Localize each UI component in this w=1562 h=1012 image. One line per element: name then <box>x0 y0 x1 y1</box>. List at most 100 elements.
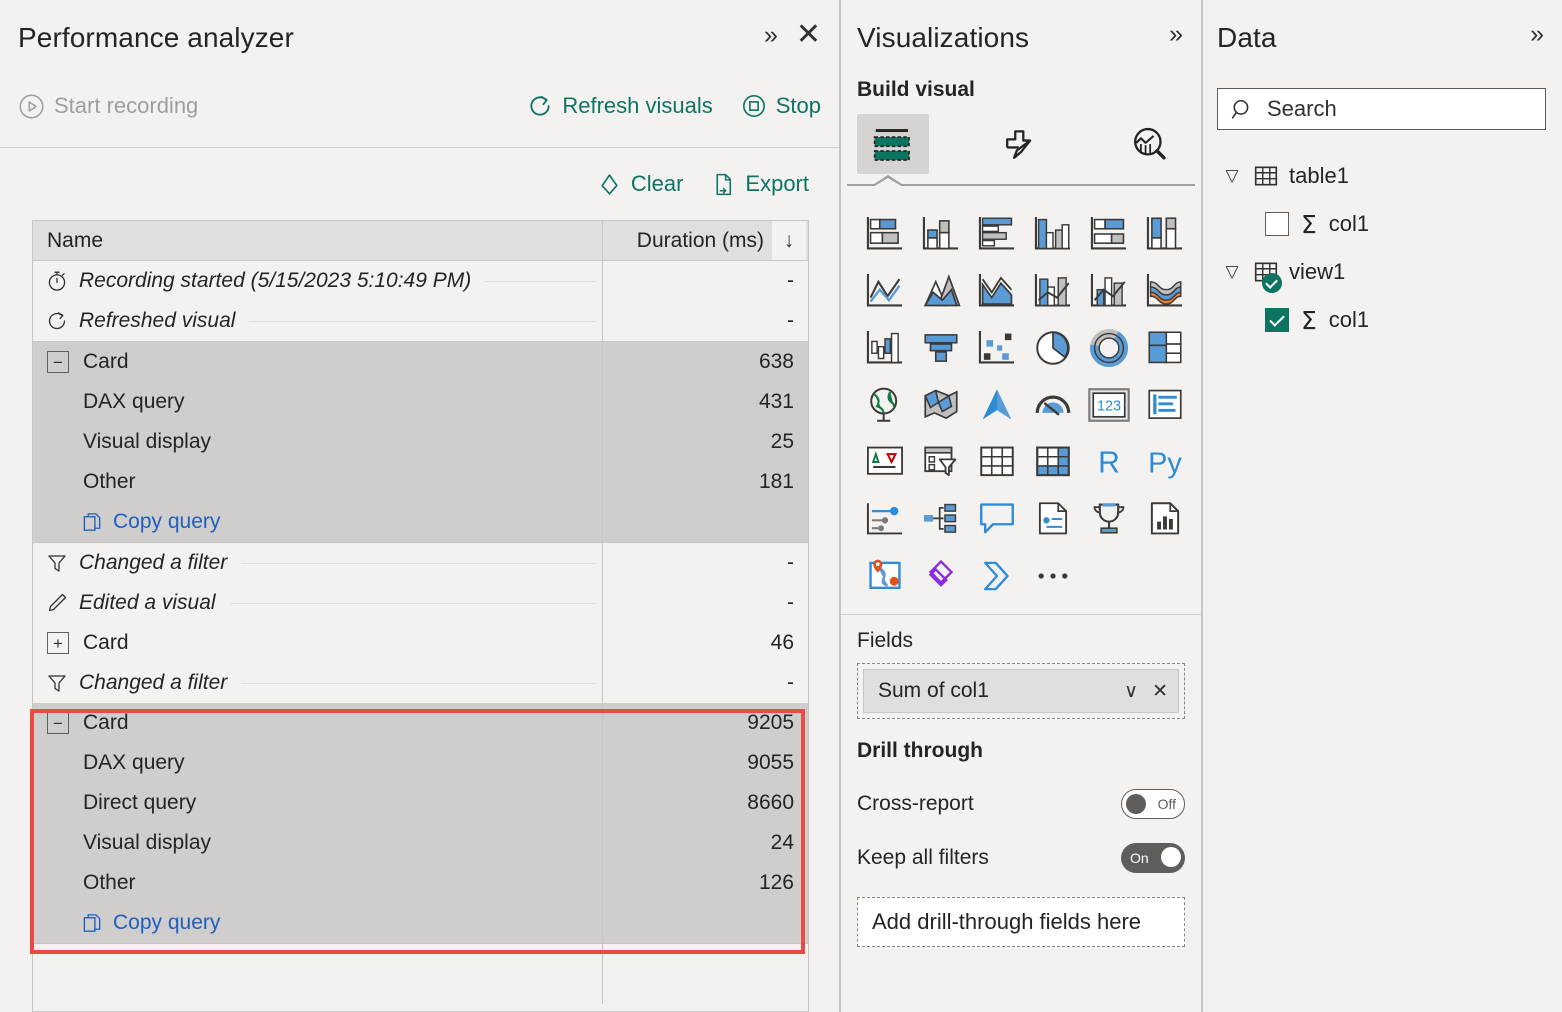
visual-type-clustered-bar-chart[interactable] <box>969 206 1025 262</box>
tree-leaf-table1-col1[interactable]: Σ col1 <box>1203 200 1560 248</box>
refresh-visuals-button[interactable]: Refresh visuals <box>527 93 713 119</box>
search-input[interactable]: Search <box>1217 88 1546 130</box>
copy-query-button[interactable]: Copy query <box>33 502 602 542</box>
row-label: Changed a filter <box>79 551 228 574</box>
clear-button[interactable]: Clear <box>597 171 683 197</box>
visual-type-decomposition-tree[interactable] <box>913 491 969 547</box>
visual-type-r-script-visual[interactable]: R <box>1081 434 1137 490</box>
remove-field-icon[interactable]: ✕ <box>1152 680 1168 703</box>
sort-descending-icon[interactable]: ↓ <box>772 221 806 260</box>
expand-icon[interactable]: » <box>764 22 778 48</box>
table-row[interactable]: DAX query <box>33 743 602 783</box>
visual-type-clustered-column-chart[interactable] <box>1025 206 1081 262</box>
table-row-parent[interactable]: − Card <box>33 342 602 382</box>
table-row[interactable]: Changed a filter <box>33 543 602 583</box>
visual-type-donut-chart[interactable] <box>1081 320 1137 376</box>
visual-type-power-automate[interactable] <box>969 548 1025 604</box>
table-row[interactable]: Recording started (5/15/2023 5:10:49 PM) <box>33 261 602 301</box>
table-row-parent[interactable]: + Card <box>33 623 602 663</box>
visual-type-line-and-stacked-column-chart[interactable] <box>1025 263 1081 319</box>
kpi-icon <box>867 446 903 475</box>
visual-type-pie-chart[interactable] <box>1025 320 1081 376</box>
table-row[interactable]: Other <box>33 863 602 903</box>
close-icon[interactable]: ✕ <box>796 20 821 50</box>
visual-type-key-influencers[interactable] <box>857 491 913 547</box>
stop-recording-button[interactable]: Stop <box>741 93 821 119</box>
visual-type-line-and-clustered-column-chart[interactable] <box>1081 263 1137 319</box>
visual-type-metrics-visual[interactable] <box>1081 491 1137 547</box>
row-duration: 24 <box>770 831 794 854</box>
table-row-parent[interactable]: − Card <box>33 703 602 743</box>
table-row[interactable]: DAX query <box>33 382 602 422</box>
visual-type-matrix[interactable] <box>1025 434 1081 490</box>
visual-type-stacked-bar-chart[interactable] <box>857 206 913 262</box>
tree-node-table1[interactable]: ▽ table1 <box>1203 152 1560 200</box>
row-label: Other <box>83 470 136 493</box>
visual-type-funnel-chart[interactable] <box>913 320 969 376</box>
visual-type-paginated-report[interactable] <box>1137 491 1193 547</box>
expand-toggle-icon[interactable]: + <box>47 632 69 654</box>
visual-type-python-visual[interactable]: Py <box>1137 434 1193 490</box>
visual-type-stacked-area-chart[interactable] <box>969 263 1025 319</box>
visual-type-filled-map[interactable] <box>913 377 969 433</box>
tree-node-view1[interactable]: ▽ view1 <box>1203 248 1560 296</box>
collapse-toggle-icon[interactable]: − <box>47 712 69 734</box>
expand-icon[interactable]: » <box>1169 22 1183 47</box>
export-button[interactable]: Export <box>711 171 809 197</box>
keep-all-filters-toggle[interactable]: On <box>1121 843 1185 873</box>
visual-type-arcgis-maps[interactable] <box>857 548 913 604</box>
tree-leaf-view1-col1[interactable]: Σ col1 <box>1203 296 1560 344</box>
tab-fields[interactable] <box>857 114 929 174</box>
field-checkbox[interactable] <box>1265 212 1289 236</box>
table-row[interactable]: Visual display <box>33 422 602 462</box>
visual-type-gauge-chart[interactable] <box>1025 377 1081 433</box>
table-row[interactable]: Refreshed visual <box>33 301 602 341</box>
visual-type-100-percent-stacked-bar-chart[interactable] <box>1081 206 1137 262</box>
cross-report-toggle[interactable]: Off <box>1121 789 1185 819</box>
visual-type-power-apps[interactable] <box>913 548 969 604</box>
collapse-toggle-icon[interactable]: − <box>47 351 69 373</box>
visual-type-stacked-column-chart[interactable] <box>913 206 969 262</box>
visual-type-100-percent-stacked-column-chart[interactable] <box>1137 206 1193 262</box>
visual-type-smart-narrative[interactable] <box>1025 491 1081 547</box>
visual-type-map[interactable] <box>857 377 913 433</box>
field-checkbox[interactable] <box>1265 308 1289 332</box>
visual-type-scatter-chart[interactable] <box>969 320 1025 376</box>
table-row[interactable]: Direct query <box>33 783 602 823</box>
stop-label: Stop <box>775 93 821 118</box>
expand-icon[interactable]: » <box>1530 22 1544 47</box>
visual-type-multi-row-card[interactable] <box>1137 377 1193 433</box>
field-well-dropzone[interactable]: Sum of col1 ∨ ✕ <box>857 663 1185 719</box>
drill-through-dropzone[interactable]: Add drill-through fields here <box>857 897 1185 947</box>
table-row[interactable]: Other <box>33 462 602 502</box>
visual-type-treemap[interactable] <box>1137 320 1193 376</box>
chevron-down-icon[interactable]: ▽ <box>1221 262 1243 282</box>
visual-type-area-chart[interactable] <box>913 263 969 319</box>
start-recording-button[interactable]: Start recording <box>18 93 198 120</box>
copy-query-button[interactable]: Copy query <box>33 903 602 943</box>
chevron-down-icon[interactable]: ▽ <box>1221 166 1243 186</box>
visual-type-card[interactable]: 123 <box>1081 377 1137 433</box>
column-header-duration[interactable]: Duration (ms) ↓ <box>603 221 808 260</box>
visual-type-table[interactable] <box>969 434 1025 490</box>
chevron-down-icon[interactable]: ∨ <box>1124 680 1138 703</box>
visual-type-kpi[interactable] <box>857 434 913 490</box>
tab-format[interactable] <box>985 114 1057 174</box>
tab-analytics[interactable] <box>1113 114 1185 174</box>
visual-type-azure-map[interactable] <box>969 377 1025 433</box>
visual-type-gallery: 123 R Py <box>841 192 1201 615</box>
column-header-name[interactable]: Name <box>33 221 603 260</box>
visual-type-waterfall-chart[interactable] <box>857 320 913 376</box>
table-row[interactable]: Changed a filter <box>33 663 602 703</box>
visual-type-slicer[interactable] <box>913 434 969 490</box>
copy-query-label: Copy query <box>113 510 221 533</box>
field-chip[interactable]: Sum of col1 ∨ ✕ <box>863 669 1179 713</box>
visual-type-q-and-a[interactable] <box>969 491 1025 547</box>
log-group-visual-highlighted: − Card DAX query Direct query Visual dis… <box>33 703 808 944</box>
table-row[interactable]: Edited a visual <box>33 583 602 623</box>
table-row[interactable]: Visual display <box>33 823 602 863</box>
visual-type-ribbon-chart[interactable] <box>1137 263 1193 319</box>
gauge-icon <box>1035 395 1071 416</box>
visual-type-more-options[interactable] <box>1025 548 1081 604</box>
visual-type-line-chart[interactable] <box>857 263 913 319</box>
